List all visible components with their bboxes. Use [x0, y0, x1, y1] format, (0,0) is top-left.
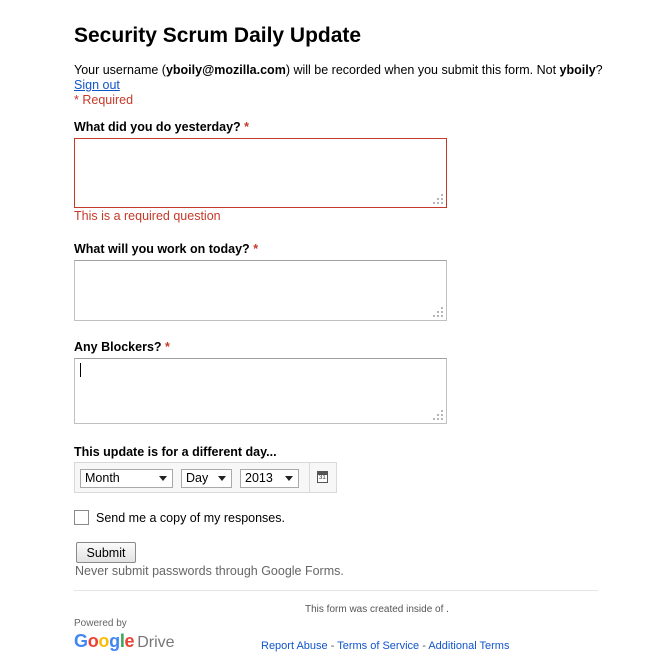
drive-logo-text: Drive — [137, 634, 175, 651]
required-error-message: This is a required question — [74, 209, 221, 223]
intro-middle: ) will be recorded when you submit this … — [285, 63, 560, 77]
dropdown-arrow-icon — [159, 476, 167, 481]
day-value: Day — [186, 471, 209, 485]
blockers-textarea[interactable] — [74, 358, 447, 424]
sign-out-link[interactable]: Sign out — [74, 78, 120, 92]
google-drive-logo[interactable]: Google Drive — [74, 631, 175, 652]
yesterday-textarea[interactable] — [74, 138, 447, 208]
link-separator: - — [327, 640, 338, 652]
terms-of-service-link[interactable]: Terms of Service — [337, 640, 419, 652]
google-logo-text: Google — [74, 631, 135, 651]
report-abuse-link[interactable]: Report Abuse — [261, 640, 328, 652]
question-label-today: What will you work on today? * — [74, 242, 258, 256]
intro-suffix: ? — [595, 63, 603, 77]
month-select[interactable]: Month — [80, 469, 173, 488]
username-notice: Your username (yboily@mozilla.com) will … — [74, 63, 603, 77]
footer-links: Report Abuse - Terms of Service - Additi… — [261, 640, 509, 652]
powered-by-text: Powered by — [74, 618, 127, 629]
calendar-button[interactable]: 31 — [309, 463, 336, 492]
question-label-blockers: Any Blockers? * — [74, 340, 170, 354]
calendar-icon: 31 — [317, 471, 328, 483]
link-separator: - — [419, 640, 429, 652]
dropdown-arrow-icon — [285, 476, 293, 481]
month-value: Month — [85, 471, 120, 485]
today-textarea[interactable] — [74, 260, 447, 321]
short-username: yboily — [559, 63, 596, 77]
password-warning: Never submit passwords through Google Fo… — [75, 564, 344, 578]
question-text: What did you do yesterday? — [74, 120, 241, 134]
question-text: What will you work on today? — [74, 242, 250, 256]
question-text: Any Blockers? — [74, 340, 162, 354]
resize-grip-icon[interactable] — [433, 410, 443, 420]
required-star: * — [253, 242, 259, 256]
date-label: This update is for a different day... — [74, 445, 277, 459]
send-copy-checkbox[interactable] — [74, 510, 89, 525]
form-title: Security Scrum Daily Update — [74, 24, 362, 47]
question-label-yesterday: What did you do yesterday? * — [74, 120, 249, 134]
calendar-icon-number: 31 — [319, 475, 326, 481]
footer-divider — [74, 590, 598, 591]
day-select[interactable]: Day — [181, 469, 232, 488]
username: yboily@mozilla.com — [165, 63, 286, 77]
resize-grip-icon[interactable] — [433, 194, 443, 204]
date-picker: Month Day 2013 31 — [74, 462, 337, 493]
submit-button[interactable]: Submit — [76, 542, 136, 563]
intro-prefix: Your username ( — [74, 63, 166, 77]
resize-grip-icon[interactable] — [433, 307, 443, 317]
year-select[interactable]: 2013 — [240, 469, 299, 488]
required-note: * Required — [74, 93, 134, 107]
year-value: 2013 — [245, 471, 273, 485]
send-copy-label[interactable]: Send me a copy of my responses. — [96, 511, 285, 525]
text-cursor — [80, 363, 81, 377]
created-inside-text: This form was created inside of . — [305, 604, 449, 615]
required-star: * — [165, 340, 170, 354]
required-star: * — [244, 120, 250, 134]
dropdown-arrow-icon — [218, 476, 226, 481]
additional-terms-link[interactable]: Additional Terms — [428, 640, 509, 652]
